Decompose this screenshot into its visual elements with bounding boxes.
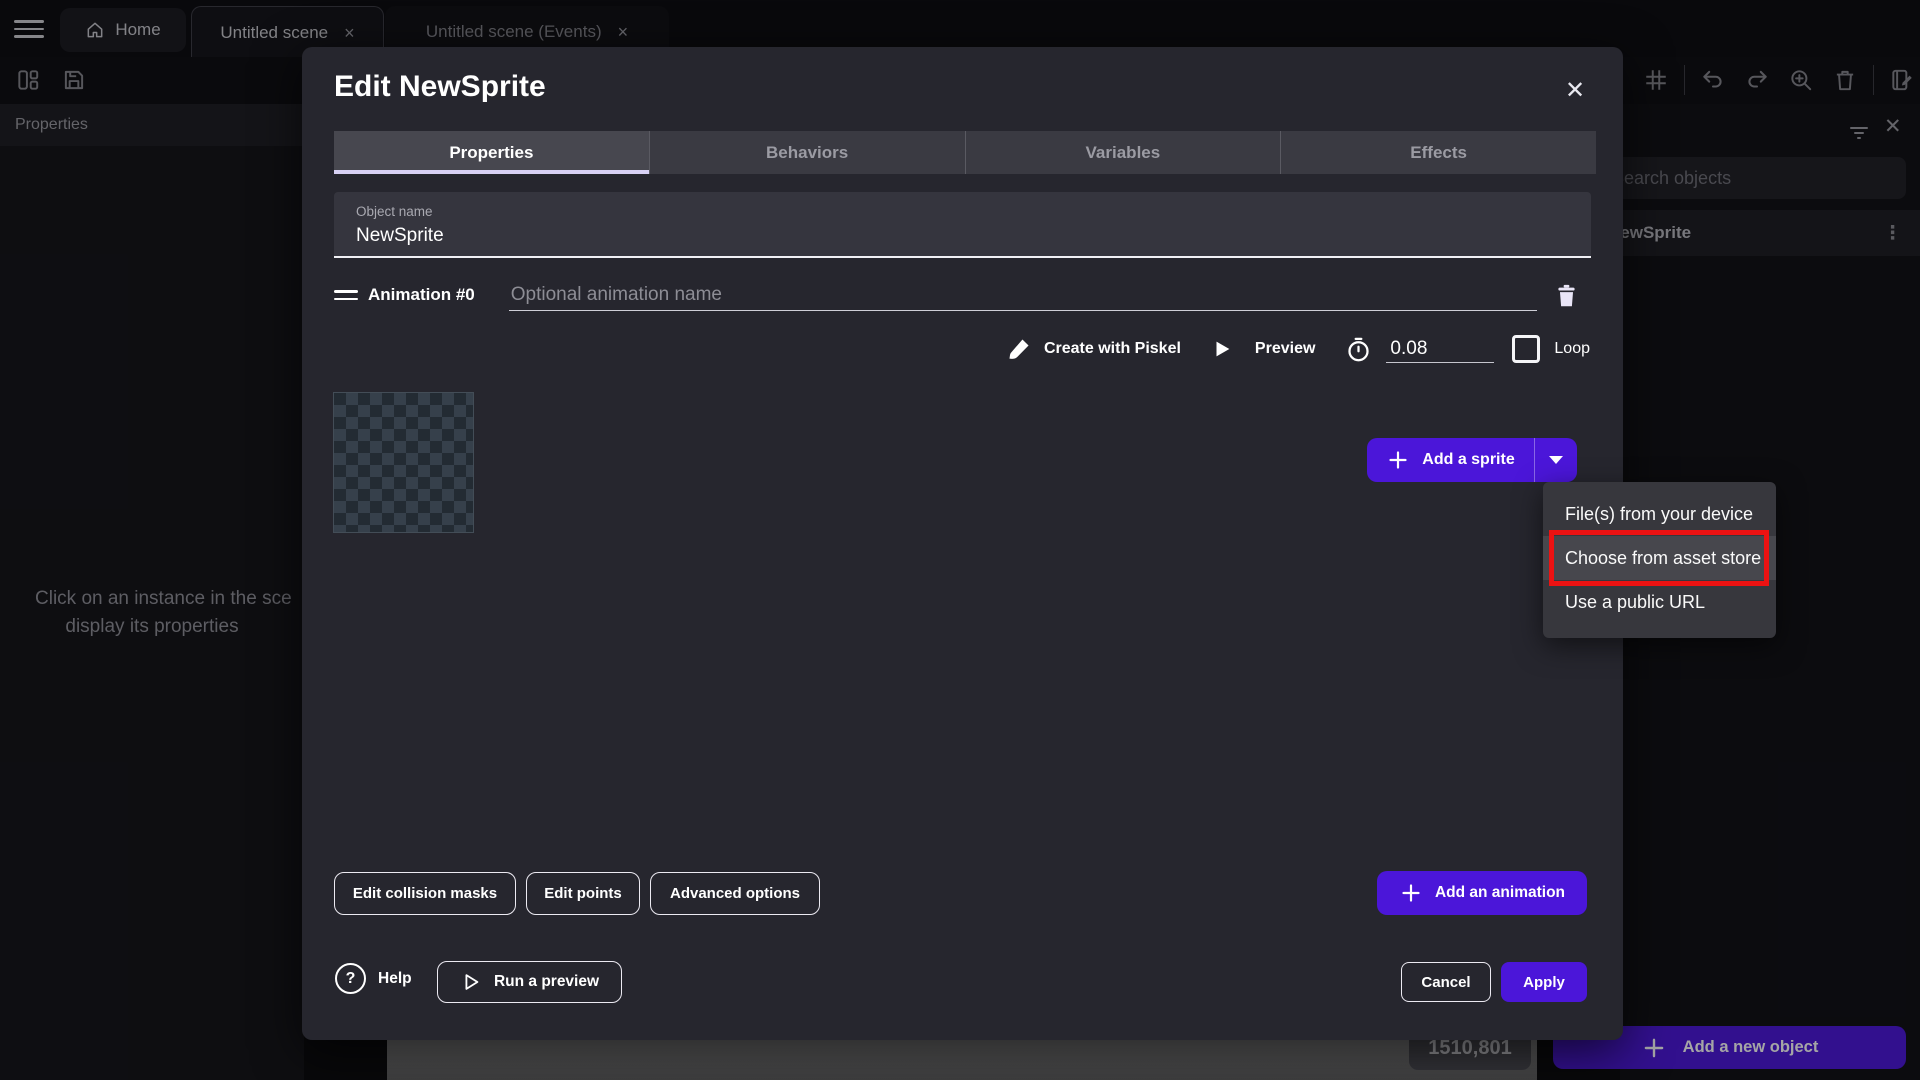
create-with-piskel-label: Create with Piskel bbox=[1044, 340, 1181, 358]
tab-effects[interactable]: Effects bbox=[1280, 131, 1596, 174]
drag-handle-icon[interactable] bbox=[334, 290, 358, 300]
chevron-down-icon bbox=[1549, 456, 1563, 464]
object-name-field[interactable]: Object name NewSprite bbox=[334, 192, 1591, 258]
create-with-piskel-button[interactable]: Create with Piskel bbox=[1006, 336, 1181, 362]
add-sprite-dropdown-button[interactable] bbox=[1534, 438, 1577, 482]
edit-collision-masks-button[interactable]: Edit collision masks bbox=[334, 872, 516, 915]
edit-sprite-dialog: Edit NewSprite ✕ Properties Behaviors Va… bbox=[302, 47, 1623, 1040]
animation-options-row: Create with Piskel Preview Loop bbox=[302, 331, 1590, 367]
object-name-label: Object name bbox=[356, 204, 1569, 219]
delete-animation-icon[interactable] bbox=[1553, 282, 1580, 309]
annotation-highlight-box bbox=[1549, 530, 1769, 586]
animation-label: Animation #0 bbox=[368, 285, 475, 305]
preview-label: Preview bbox=[1255, 340, 1315, 358]
object-name-value: NewSprite bbox=[356, 225, 1569, 247]
cancel-button[interactable]: Cancel bbox=[1401, 962, 1491, 1002]
add-sprite-button[interactable]: Add a sprite bbox=[1367, 438, 1534, 482]
tab-variables[interactable]: Variables bbox=[965, 131, 1281, 174]
dialog-close-icon[interactable]: ✕ bbox=[1558, 73, 1592, 107]
tab-behaviors[interactable]: Behaviors bbox=[649, 131, 965, 174]
stopwatch-icon bbox=[1345, 336, 1372, 363]
animation-name-input[interactable] bbox=[509, 280, 1537, 311]
play-icon bbox=[1211, 338, 1233, 360]
help-label: Help bbox=[378, 970, 412, 988]
dialog-title: Edit NewSprite bbox=[334, 70, 546, 104]
add-animation-label: Add an animation bbox=[1435, 884, 1565, 902]
sprite-thumbnail-placeholder[interactable] bbox=[333, 392, 474, 533]
help-icon: ? bbox=[335, 963, 366, 994]
edit-points-button[interactable]: Edit points bbox=[526, 872, 640, 915]
menu-item-use-public-url[interactable]: Use a public URL bbox=[1543, 580, 1776, 624]
add-animation-button[interactable]: Add an animation bbox=[1377, 871, 1587, 915]
advanced-options-button[interactable]: Advanced options bbox=[650, 872, 820, 915]
plus-icon bbox=[1386, 448, 1410, 472]
play-outline-icon bbox=[460, 971, 482, 993]
tab-properties[interactable]: Properties bbox=[334, 131, 649, 174]
plus-icon bbox=[1399, 881, 1423, 905]
time-between-frames-input[interactable] bbox=[1386, 336, 1494, 363]
run-preview-label: Run a preview bbox=[494, 973, 599, 991]
brush-icon bbox=[1006, 336, 1032, 362]
help-button[interactable]: ? Help bbox=[335, 963, 412, 994]
loop-checkbox[interactable] bbox=[1512, 335, 1540, 363]
animation-row: Animation #0 bbox=[334, 275, 1591, 315]
preview-button[interactable]: Preview bbox=[1211, 338, 1315, 360]
add-sprite-split-button: Add a sprite bbox=[1367, 438, 1577, 482]
loop-label: Loop bbox=[1554, 340, 1590, 358]
dialog-tab-bar: Properties Behaviors Variables Effects bbox=[334, 131, 1596, 174]
run-preview-button[interactable]: Run a preview bbox=[437, 961, 622, 1003]
apply-button[interactable]: Apply bbox=[1501, 962, 1587, 1002]
add-sprite-label: Add a sprite bbox=[1422, 451, 1514, 469]
